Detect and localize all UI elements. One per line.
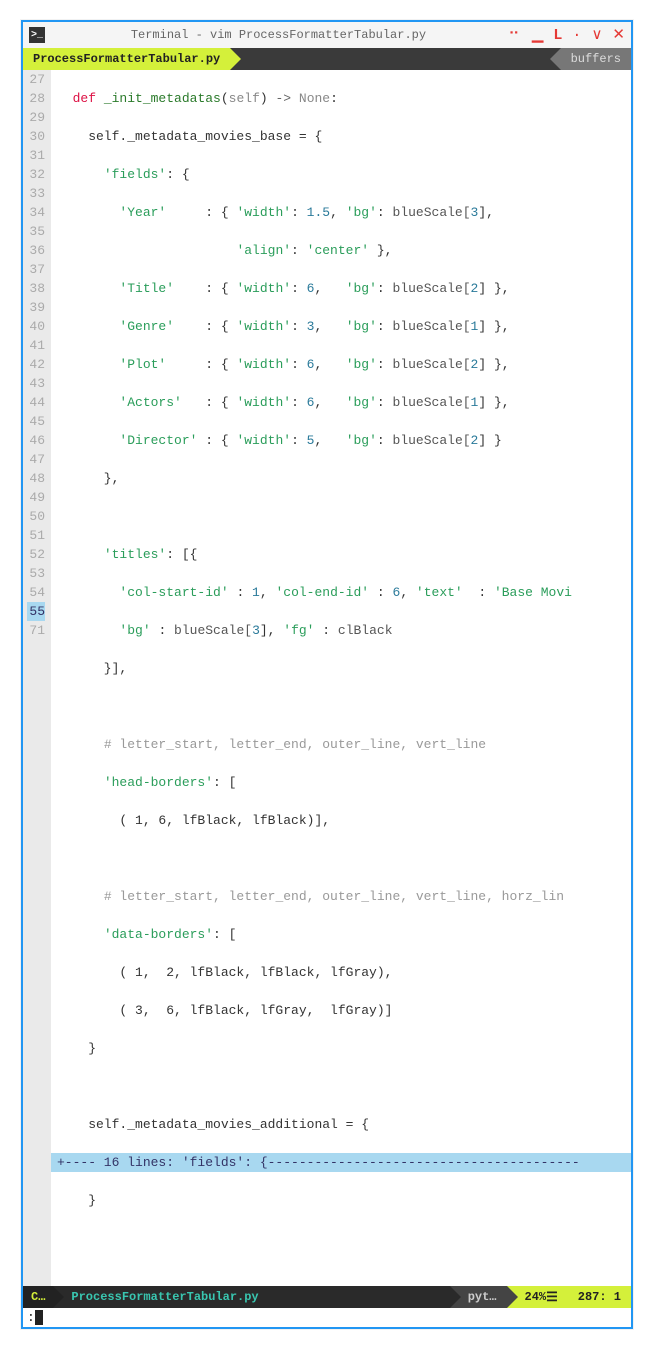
close-button[interactable]: ✕ xyxy=(612,28,625,43)
line-number: 52 xyxy=(27,545,45,564)
line-number: 48 xyxy=(27,469,45,488)
code-line[interactable] xyxy=(51,507,631,526)
lines-icon: ☰ xyxy=(546,1290,558,1305)
restore-button[interactable]: ∨ xyxy=(591,28,602,43)
code-line[interactable]: self._metadata_movies_base = { xyxy=(51,127,631,146)
code-line[interactable]: } xyxy=(51,1039,631,1058)
titlebar: >_ Terminal - vim ProcessFormatterTabula… xyxy=(23,22,631,48)
tab-active[interactable]: ProcessFormatterTabular.py xyxy=(23,48,230,70)
line-number: 39 xyxy=(27,298,45,317)
line-number: 41 xyxy=(27,336,45,355)
fold-line[interactable]: +---- 16 lines: 'fields': {-------------… xyxy=(51,1153,631,1172)
line-number: 37 xyxy=(27,260,45,279)
code-line[interactable]: 'titles': [{ xyxy=(51,545,631,564)
code-line[interactable]: def _init_metadatas(self) -> None: xyxy=(51,89,631,108)
line-number: 50 xyxy=(27,507,45,526)
line-number: 49 xyxy=(27,488,45,507)
code-line[interactable]: ( 1, 6, lfBlack, lfBlack)], xyxy=(51,811,631,830)
code-line[interactable] xyxy=(51,697,631,716)
line-number: 30 xyxy=(27,127,45,146)
code-line[interactable]: }, xyxy=(51,469,631,488)
tabline: ProcessFormatterTabular.py buffers xyxy=(23,48,631,70)
code-line[interactable] xyxy=(51,1229,631,1248)
line-number: 43 xyxy=(27,374,45,393)
line-number: 71 xyxy=(27,621,45,640)
code-line[interactable]: 'fields': { xyxy=(51,165,631,184)
code-line[interactable]: }], xyxy=(51,659,631,678)
code-line[interactable]: 'Director' : { 'width': 5, 'bg': blueSca… xyxy=(51,431,631,450)
line-number: 51 xyxy=(27,526,45,545)
line-number: 35 xyxy=(27,222,45,241)
code-line[interactable]: 'Genre' : { 'width': 3, 'bg': blueScale[… xyxy=(51,317,631,336)
line-number: 29 xyxy=(27,108,45,127)
code-line[interactable]: 'Title' : { 'width': 6, 'bg': blueScale[… xyxy=(51,279,631,298)
status-mode: C… xyxy=(23,1286,53,1308)
line-number: 42 xyxy=(27,355,45,374)
statusline: C… ProcessFormatterTabular.py pyt… 24% ☰… xyxy=(23,1286,631,1308)
code-line[interactable]: 'align': 'center' }, xyxy=(51,241,631,260)
status-filename: ProcessFormatterTabular.py xyxy=(53,1286,449,1308)
command-line[interactable]: : xyxy=(23,1308,631,1327)
line-number: 55 xyxy=(27,602,45,621)
line-number: 34 xyxy=(27,203,45,222)
line-number-gutter: 27 28 29 30 31 32 33 34 35 36 37 38 39 4… xyxy=(23,70,51,1286)
code-line[interactable] xyxy=(51,849,631,868)
line-number: 54 xyxy=(27,583,45,602)
code-line[interactable]: ( 1, 2, lfBlack, lfBlack, lfGray), xyxy=(51,963,631,982)
code-line[interactable]: # letter_start, letter_end, outer_line, … xyxy=(51,887,631,906)
code-line[interactable] xyxy=(51,1077,631,1096)
status-position: 287: 1 xyxy=(568,1286,631,1308)
window-dots-icon[interactable]: ⠐⠂ xyxy=(504,28,522,43)
line-number: 36 xyxy=(27,241,45,260)
line-number: 31 xyxy=(27,146,45,165)
dot-icon: · xyxy=(572,28,581,43)
line-number: 32 xyxy=(27,165,45,184)
line-number: 33 xyxy=(27,184,45,203)
line-number: 46 xyxy=(27,431,45,450)
line-number: 38 xyxy=(27,279,45,298)
line-number: 40 xyxy=(27,317,45,336)
tab-spacer xyxy=(230,48,560,70)
code-line[interactable]: self._metadata_movies_additional = { xyxy=(51,1115,631,1134)
code-line[interactable]: 'Actors' : { 'width': 6, 'bg': blueScale… xyxy=(51,393,631,412)
editor[interactable]: 27 28 29 30 31 32 33 34 35 36 37 38 39 4… xyxy=(23,70,631,1286)
code-line[interactable]: 'data-borders': [ xyxy=(51,925,631,944)
code-line[interactable]: } xyxy=(51,1191,631,1210)
maximize-button[interactable]: L xyxy=(553,28,562,43)
code-line[interactable]: 'Year' : { 'width': 1.5, 'bg': blueScale… xyxy=(51,203,631,222)
line-number: 44 xyxy=(27,393,45,412)
code-line[interactable]: ( 3, 6, lfBlack, lfGray, lfGray)] xyxy=(51,1001,631,1020)
window-controls: ⠐⠂ ▁ L · ∨ ✕ xyxy=(504,28,625,43)
line-number: 53 xyxy=(27,564,45,583)
line-number: 45 xyxy=(27,412,45,431)
line-number: 28 xyxy=(27,89,45,108)
code-line[interactable]: 'col-start-id' : 1, 'col-end-id' : 6, 't… xyxy=(51,583,631,602)
code-line[interactable]: 'Plot' : { 'width': 6, 'bg': blueScale[2… xyxy=(51,355,631,374)
code-line[interactable]: 'head-borders': [ xyxy=(51,773,631,792)
code-line[interactable]: # letter_start, letter_end, outer_line, … xyxy=(51,735,631,754)
terminal-window: >_ Terminal - vim ProcessFormatterTabula… xyxy=(21,20,633,1329)
line-number: 27 xyxy=(27,70,45,89)
minimize-button[interactable]: ▁ xyxy=(532,28,544,43)
buffers-indicator[interactable]: buffers xyxy=(561,48,631,70)
cmd-prompt: : xyxy=(27,1310,35,1325)
code-area[interactable]: def _init_metadatas(self) -> None: self.… xyxy=(51,70,631,1286)
window-title: Terminal - vim ProcessFormatterTabular.p… xyxy=(53,28,504,42)
cursor xyxy=(35,1310,43,1325)
code-line[interactable]: 'bg' : blueScale[3], 'fg' : clBlack xyxy=(51,621,631,640)
line-number: 47 xyxy=(27,450,45,469)
terminal-icon: >_ xyxy=(29,27,45,43)
